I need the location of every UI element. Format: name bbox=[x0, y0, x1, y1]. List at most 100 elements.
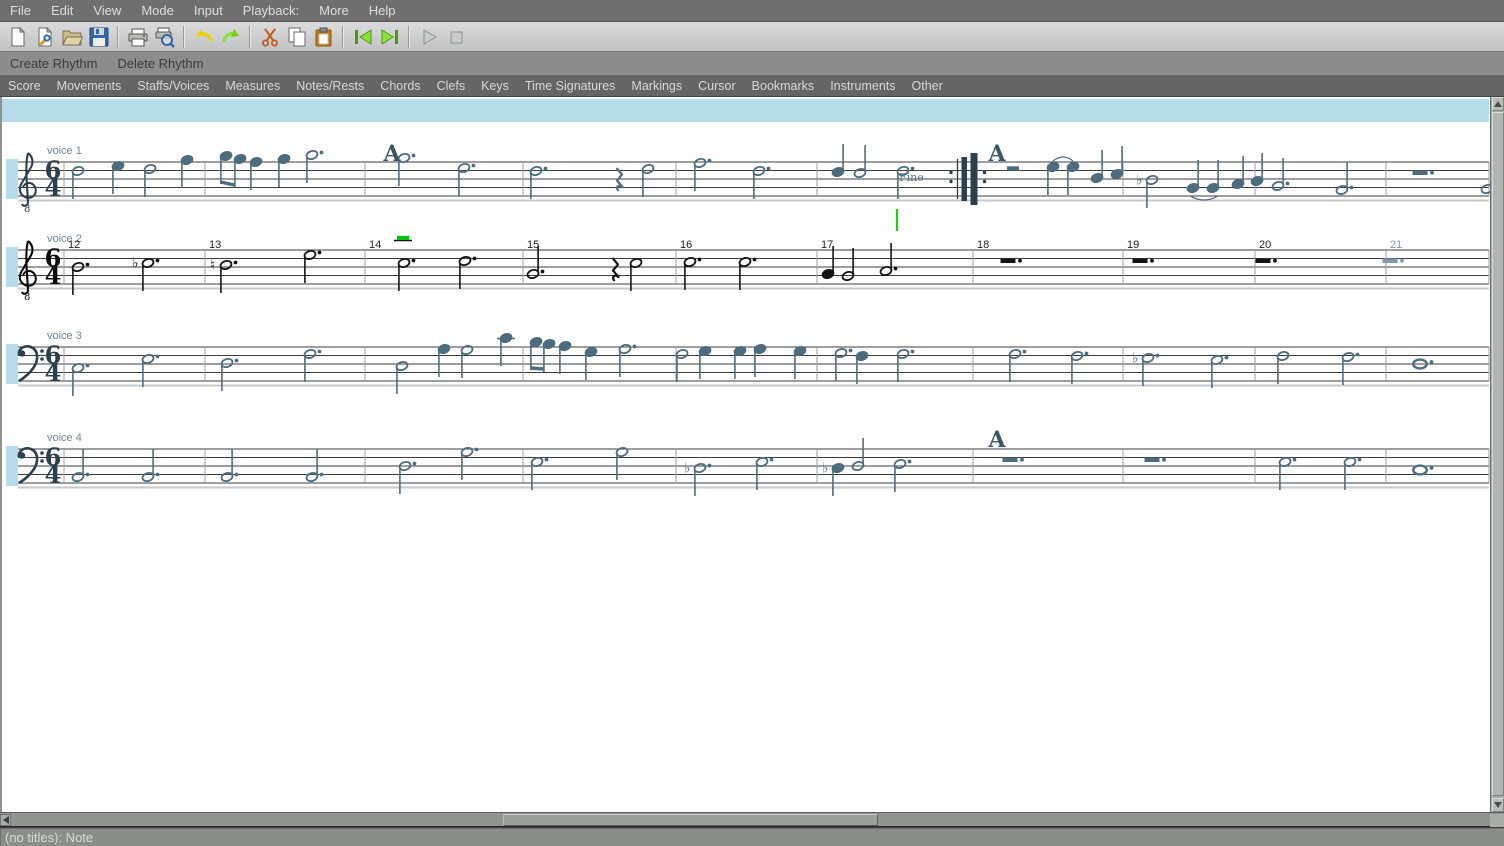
note[interactable] bbox=[180, 155, 193, 188]
category-staffs-voices[interactable]: Staffs/Voices bbox=[129, 77, 217, 95]
rest[interactable] bbox=[394, 236, 412, 241]
note[interactable] bbox=[683, 257, 701, 290]
print-button[interactable] bbox=[124, 24, 151, 50]
note[interactable] bbox=[793, 346, 806, 379]
menu-input[interactable]: Input bbox=[184, 1, 233, 20]
note[interactable] bbox=[1343, 457, 1361, 490]
note[interactable] bbox=[1278, 457, 1296, 490]
copy-button[interactable] bbox=[283, 24, 310, 50]
cut-button[interactable] bbox=[256, 24, 283, 50]
note[interactable] bbox=[1008, 349, 1026, 382]
delete-rhythm-button[interactable]: Delete Rhythm bbox=[107, 54, 213, 73]
rehearsal-mark[interactable]: A bbox=[987, 427, 1006, 453]
staff-voice-4[interactable]: voice 464♭♭A bbox=[6, 427, 1489, 496]
menu-mode[interactable]: Mode bbox=[131, 1, 184, 20]
redo-button[interactable] bbox=[217, 24, 244, 50]
paste-button[interactable] bbox=[310, 24, 337, 50]
note[interactable] bbox=[1110, 146, 1123, 179]
open-button[interactable] bbox=[58, 24, 85, 50]
note[interactable] bbox=[558, 341, 571, 374]
note[interactable] bbox=[497, 333, 515, 366]
new-button[interactable] bbox=[4, 24, 31, 50]
note[interactable] bbox=[249, 157, 262, 190]
rest[interactable] bbox=[613, 258, 619, 281]
note[interactable] bbox=[1090, 150, 1103, 183]
note[interactable] bbox=[733, 346, 746, 379]
directive-text[interactable]: Fine bbox=[899, 171, 924, 184]
time-signature[interactable]: 64 bbox=[45, 341, 62, 388]
note[interactable] bbox=[1341, 352, 1359, 385]
note[interactable] bbox=[143, 164, 156, 197]
menu-help[interactable]: Help bbox=[359, 1, 406, 20]
note[interactable] bbox=[896, 349, 914, 382]
rest[interactable] bbox=[1256, 259, 1277, 264]
category-bookmarks[interactable]: Bookmarks bbox=[744, 77, 823, 95]
scroll-up-button[interactable] bbox=[1492, 97, 1504, 111]
horizontal-scrollbar[interactable] bbox=[0, 812, 1504, 827]
save-button[interactable] bbox=[85, 24, 112, 50]
staff-voice-2[interactable]: voice 286412131415161718192021♭♮ bbox=[6, 233, 1489, 303]
rest[interactable] bbox=[1007, 166, 1019, 170]
note[interactable] bbox=[111, 161, 124, 194]
category-time-signatures[interactable]: Time Signatures bbox=[517, 77, 624, 95]
staff-voice-1[interactable]: voice 1864♭AAFine bbox=[6, 141, 1490, 215]
note[interactable] bbox=[303, 349, 321, 382]
note[interactable] bbox=[753, 344, 766, 377]
note[interactable] bbox=[303, 250, 321, 283]
note[interactable]: ♭ bbox=[132, 256, 159, 292]
note[interactable] bbox=[641, 164, 654, 197]
scroll-down-button[interactable] bbox=[1492, 798, 1504, 812]
note[interactable] bbox=[1271, 158, 1289, 191]
time-signature[interactable]: 64 bbox=[45, 443, 62, 490]
rest[interactable] bbox=[1145, 458, 1166, 463]
go-last-button[interactable] bbox=[376, 24, 403, 50]
menu-edit[interactable]: Edit bbox=[41, 1, 83, 20]
print-preview-button[interactable] bbox=[151, 24, 178, 50]
category-instruments[interactable]: Instruments bbox=[822, 77, 903, 95]
menu-more[interactable]: More bbox=[309, 1, 359, 20]
scroll-left-button[interactable] bbox=[0, 814, 11, 826]
note[interactable] bbox=[526, 246, 544, 279]
category-markings[interactable]: Markings bbox=[623, 77, 690, 95]
note[interactable] bbox=[141, 354, 159, 387]
category-other[interactable]: Other bbox=[904, 77, 951, 95]
note[interactable] bbox=[693, 158, 711, 191]
note[interactable] bbox=[305, 150, 323, 183]
note[interactable] bbox=[71, 363, 89, 396]
note[interactable] bbox=[1186, 160, 1199, 193]
vertical-scrollbar[interactable] bbox=[1490, 97, 1504, 812]
category-notes-rests[interactable]: Notes/Rests bbox=[288, 77, 372, 95]
rest[interactable] bbox=[1413, 171, 1434, 176]
note[interactable] bbox=[618, 344, 636, 377]
title-selection-band[interactable] bbox=[2, 99, 1489, 122]
note[interactable] bbox=[738, 257, 756, 290]
time-signature[interactable]: 64 bbox=[45, 244, 62, 291]
note[interactable] bbox=[395, 361, 408, 394]
category-score[interactable]: Score bbox=[0, 77, 49, 95]
note[interactable] bbox=[1413, 466, 1433, 475]
note[interactable] bbox=[855, 351, 868, 384]
rest[interactable] bbox=[1001, 259, 1022, 264]
note[interactable] bbox=[584, 347, 597, 380]
play-button[interactable] bbox=[415, 24, 442, 50]
note[interactable] bbox=[629, 258, 642, 291]
undo-button[interactable] bbox=[190, 24, 217, 50]
menu-file[interactable]: File bbox=[0, 1, 41, 20]
staff-voice-3[interactable]: voice 364♭ bbox=[6, 330, 1489, 396]
category-measures[interactable]: Measures bbox=[217, 77, 288, 95]
score-canvas[interactable]: voice 1864♭AAFine voice 28641213141516171… bbox=[0, 97, 1490, 812]
vertical-scroll-thumb[interactable] bbox=[1492, 112, 1504, 796]
note[interactable] bbox=[397, 258, 415, 291]
note[interactable] bbox=[879, 243, 897, 276]
rest[interactable] bbox=[1133, 259, 1154, 264]
note[interactable] bbox=[841, 248, 854, 281]
stop-button[interactable] bbox=[442, 24, 469, 50]
time-signature[interactable]: 64 bbox=[45, 156, 62, 203]
rest[interactable] bbox=[1383, 259, 1404, 264]
category-chords[interactable]: Chords bbox=[372, 77, 428, 95]
note[interactable]: ♭ bbox=[822, 461, 845, 497]
note[interactable] bbox=[821, 246, 834, 279]
note[interactable] bbox=[529, 337, 542, 370]
note[interactable] bbox=[1046, 162, 1059, 195]
rest[interactable] bbox=[1003, 458, 1024, 463]
